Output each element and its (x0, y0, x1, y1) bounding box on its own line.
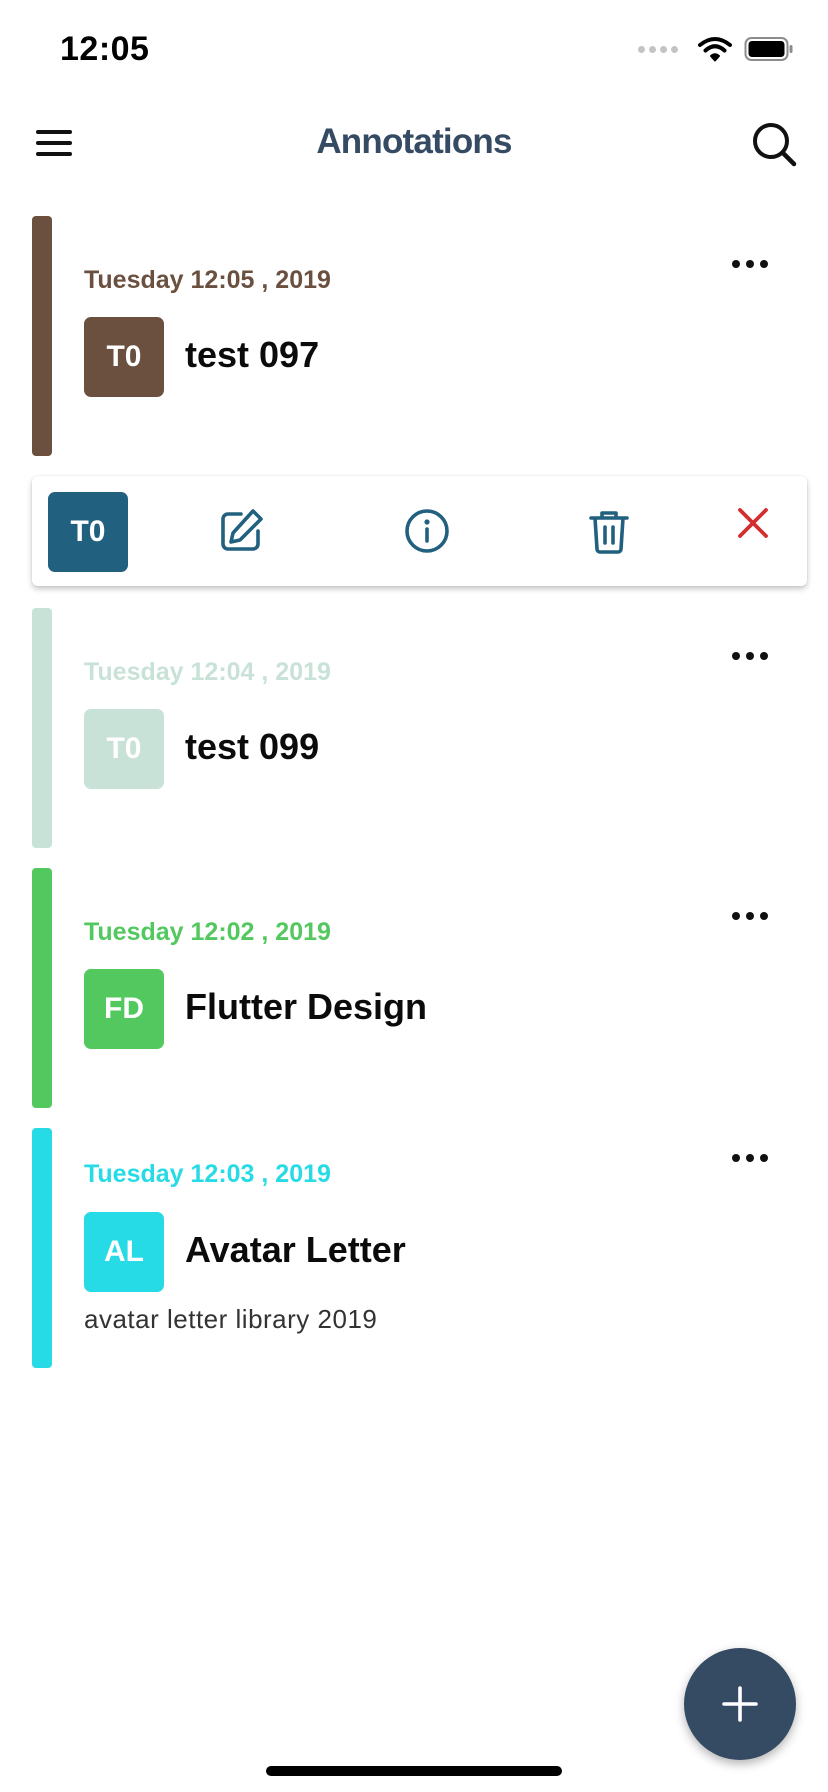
status-time: 12:05 (60, 30, 150, 68)
signal-icon (638, 45, 678, 53)
more-options-icon[interactable] (726, 1148, 774, 1168)
note-card[interactable]: Tuesday 12:02 , 2019 FD Flutter Design (32, 868, 808, 1108)
status-icons (638, 36, 794, 62)
page-title: Annotations (316, 122, 512, 161)
note-date: Tuesday 12:03 , 2019 (84, 1160, 331, 1188)
note-title: Flutter Design (185, 986, 428, 1027)
note-card[interactable]: Tuesday 12:05 , 2019 T0 test 097 (32, 216, 808, 456)
add-note-button[interactable] (684, 1648, 796, 1760)
note-avatar: FD (84, 969, 164, 1049)
wifi-icon (698, 37, 732, 62)
status-bar: 12:05 (0, 0, 828, 100)
app-bar: Annotations (0, 100, 828, 190)
info-icon[interactable] (402, 506, 452, 556)
note-card[interactable]: Tuesday 12:03 , 2019 AL Avatar Letter av… (32, 1128, 808, 1368)
note-card[interactable]: Tuesday 12:04 , 2019 T0 test 099 (32, 608, 808, 848)
note-date: Tuesday 12:02 , 2019 (84, 918, 331, 946)
action-panel: T0 (32, 476, 807, 586)
note-avatar: T0 (84, 709, 164, 789)
more-options-icon[interactable] (726, 646, 774, 666)
trash-icon[interactable] (584, 506, 634, 556)
note-color-bar (32, 868, 52, 1108)
note-avatar: T0 (84, 317, 164, 397)
plus-icon (722, 1686, 758, 1722)
panel-avatar[interactable]: T0 (48, 492, 128, 572)
search-icon[interactable] (750, 120, 800, 170)
note-description: avatar letter library 2019 (84, 1304, 378, 1334)
note-date: Tuesday 12:04 , 2019 (84, 658, 331, 686)
close-icon[interactable] (728, 498, 778, 548)
battery-icon (744, 37, 793, 61)
more-options-icon[interactable] (726, 254, 774, 274)
note-color-bar (32, 216, 52, 456)
note-title: test 099 (185, 726, 320, 767)
note-color-bar (32, 608, 52, 848)
home-indicator (266, 1766, 562, 1776)
note-color-bar (32, 1128, 52, 1368)
note-date: Tuesday 12:05 , 2019 (84, 266, 331, 294)
more-options-icon[interactable] (726, 906, 774, 926)
note-title: test 097 (185, 334, 320, 375)
edit-icon[interactable] (216, 506, 266, 556)
note-avatar: AL (84, 1212, 164, 1292)
note-title: Avatar Letter (185, 1229, 406, 1270)
